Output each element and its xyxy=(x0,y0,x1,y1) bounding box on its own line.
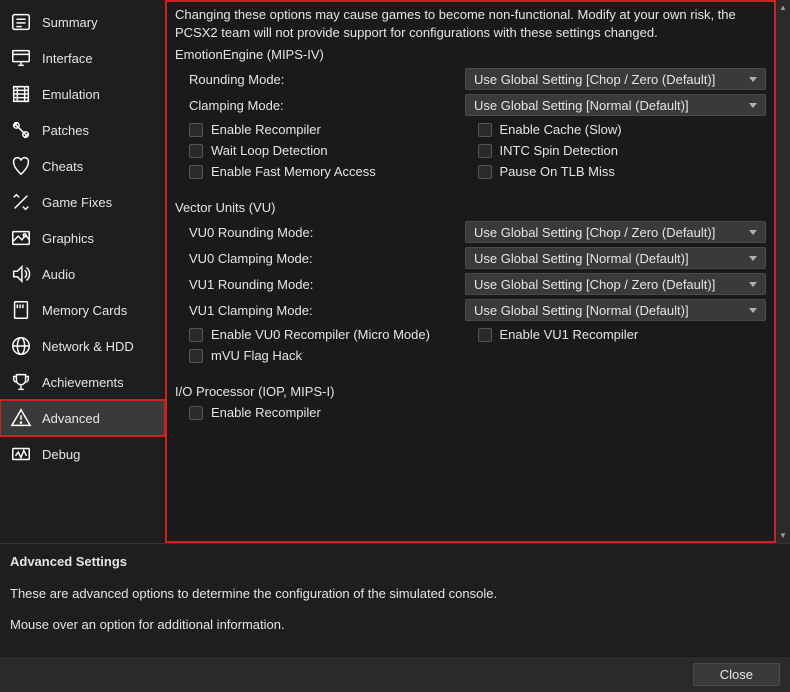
scroll-track[interactable] xyxy=(776,14,790,529)
info-panel: Advanced Settings These are advanced opt… xyxy=(0,543,790,656)
ee-rounding-select[interactable]: Use Global Setting [Chop / Zero (Default… xyxy=(465,68,766,90)
summary-icon xyxy=(10,11,32,33)
iop-section-title: I/O Processor (IOP, MIPS-I) xyxy=(175,384,766,399)
sidebar-item-debug[interactable]: Debug xyxy=(0,436,165,472)
checkbox-label: Pause On TLB Miss xyxy=(500,164,615,179)
content-panel: Changing these options may cause games t… xyxy=(165,0,776,543)
vu0-recompiler-checkbox[interactable] xyxy=(189,328,203,342)
ee-rounding-label: Rounding Mode: xyxy=(189,72,465,87)
ee-intc-spin-checkbox[interactable] xyxy=(478,144,492,158)
sidebar-label: Graphics xyxy=(42,231,94,246)
sidebar-item-gamefixes[interactable]: Game Fixes xyxy=(0,184,165,220)
vu-section-title: Vector Units (VU) xyxy=(175,200,766,215)
sidebar-item-memorycards[interactable]: Memory Cards xyxy=(0,292,165,328)
sidebar-item-advanced[interactable]: Advanced xyxy=(0,400,165,436)
interface-icon xyxy=(10,47,32,69)
vu0-clamping-select[interactable]: Use Global Setting [Normal (Default)] xyxy=(465,247,766,269)
checkbox-label: Wait Loop Detection xyxy=(211,143,328,158)
warning-text: Changing these options may cause games t… xyxy=(175,6,766,41)
sidebar-label: Interface xyxy=(42,51,93,66)
ee-clamping-select[interactable]: Use Global Setting [Normal (Default)] xyxy=(465,94,766,116)
checkbox-label: Enable VU1 Recompiler xyxy=(500,327,639,342)
sidebar-label: Cheats xyxy=(42,159,83,174)
vu0-rounding-select[interactable]: Use Global Setting [Chop / Zero (Default… xyxy=(465,221,766,243)
sidebar: Summary Interface Emulation Patches Chea… xyxy=(0,0,165,543)
debug-icon xyxy=(10,443,32,465)
sidebar-label: Debug xyxy=(42,447,80,462)
sidebar-label: Emulation xyxy=(42,87,100,102)
sidebar-label: Summary xyxy=(42,15,98,30)
info-line1: These are advanced options to determine … xyxy=(10,585,780,603)
sidebar-item-audio[interactable]: Audio xyxy=(0,256,165,292)
sidebar-item-patches[interactable]: Patches xyxy=(0,112,165,148)
iop-enable-recompiler-checkbox[interactable] xyxy=(189,406,203,420)
vu1-clamping-label: VU1 Clamping Mode: xyxy=(189,303,465,318)
sidebar-item-emulation[interactable]: Emulation xyxy=(0,76,165,112)
sidebar-item-interface[interactable]: Interface xyxy=(0,40,165,76)
ee-fast-mem-checkbox[interactable] xyxy=(189,165,203,179)
vu0-rounding-label: VU0 Rounding Mode: xyxy=(189,225,465,240)
content-scrollbar[interactable]: ▲ ▼ xyxy=(776,0,790,543)
warning-icon xyxy=(10,407,32,429)
vu1-clamping-select[interactable]: Use Global Setting [Normal (Default)] xyxy=(465,299,766,321)
checkbox-label: mVU Flag Hack xyxy=(211,348,302,363)
network-icon xyxy=(10,335,32,357)
info-title: Advanced Settings xyxy=(10,554,780,569)
close-button[interactable]: Close xyxy=(693,663,780,686)
sidebar-label: Game Fixes xyxy=(42,195,112,210)
sidebar-label: Advanced xyxy=(42,411,100,426)
ee-pause-tlb-checkbox[interactable] xyxy=(478,165,492,179)
memorycards-icon xyxy=(10,299,32,321)
trophy-icon xyxy=(10,371,32,393)
ee-enable-cache-checkbox[interactable] xyxy=(478,123,492,137)
patches-icon xyxy=(10,119,32,141)
sidebar-item-summary[interactable]: Summary xyxy=(0,4,165,40)
emulation-icon xyxy=(10,83,32,105)
sidebar-item-graphics[interactable]: Graphics xyxy=(0,220,165,256)
gamefixes-icon xyxy=(10,191,32,213)
audio-icon xyxy=(10,263,32,285)
info-line2: Mouse over an option for additional info… xyxy=(10,616,780,634)
ee-wait-loop-checkbox[interactable] xyxy=(189,144,203,158)
scroll-up-button[interactable]: ▲ xyxy=(776,0,790,14)
checkbox-label: Enable VU0 Recompiler (Micro Mode) xyxy=(211,327,430,342)
vu1-rounding-select[interactable]: Use Global Setting [Chop / Zero (Default… xyxy=(465,273,766,295)
checkbox-label: Enable Fast Memory Access xyxy=(211,164,376,179)
vu1-recompiler-checkbox[interactable] xyxy=(478,328,492,342)
sidebar-label: Patches xyxy=(42,123,89,138)
sidebar-item-cheats[interactable]: Cheats xyxy=(0,148,165,184)
sidebar-label: Achievements xyxy=(42,375,124,390)
mvu-flag-hack-checkbox[interactable] xyxy=(189,349,203,363)
ee-enable-recompiler-checkbox[interactable] xyxy=(189,123,203,137)
ee-section-title: EmotionEngine (MIPS-IV) xyxy=(175,47,766,62)
sidebar-item-achievements[interactable]: Achievements xyxy=(0,364,165,400)
graphics-icon xyxy=(10,227,32,249)
footer: Close xyxy=(0,656,790,692)
checkbox-label: INTC Spin Detection xyxy=(500,143,619,158)
checkbox-label: Enable Recompiler xyxy=(211,122,321,137)
sidebar-label: Network & HDD xyxy=(42,339,134,354)
cheats-icon xyxy=(10,155,32,177)
checkbox-label: Enable Cache (Slow) xyxy=(500,122,622,137)
ee-clamping-label: Clamping Mode: xyxy=(189,98,465,113)
sidebar-label: Audio xyxy=(42,267,75,282)
vu1-rounding-label: VU1 Rounding Mode: xyxy=(189,277,465,292)
checkbox-label: Enable Recompiler xyxy=(211,405,321,420)
sidebar-item-networkhdd[interactable]: Network & HDD xyxy=(0,328,165,364)
sidebar-label: Memory Cards xyxy=(42,303,127,318)
scroll-down-button[interactable]: ▼ xyxy=(776,529,790,543)
vu0-clamping-label: VU0 Clamping Mode: xyxy=(189,251,465,266)
